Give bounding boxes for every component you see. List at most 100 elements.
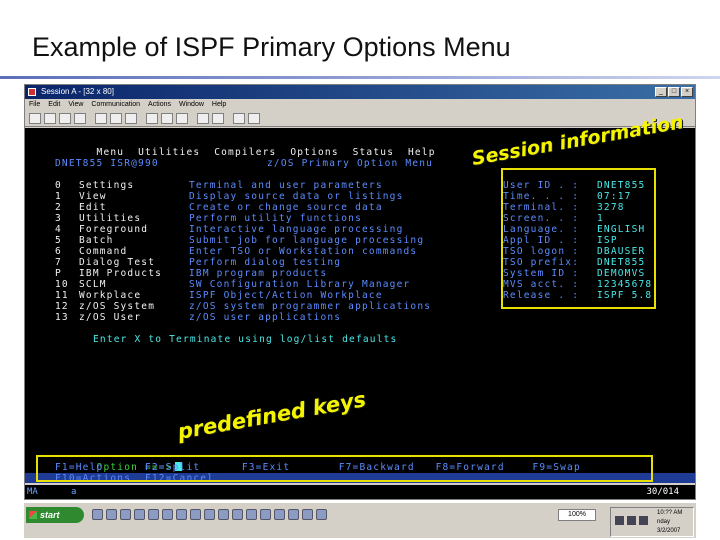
option-code[interactable]: 10 [55,279,69,290]
print-icon[interactable] [29,113,41,124]
slide-title: Example of ISPF Primary Options Menu [32,32,511,62]
option-code[interactable]: 5 [55,235,62,246]
quicklaunch-icon[interactable] [232,509,243,520]
quick-launch [92,509,327,520]
option-code[interactable]: 7 [55,257,62,268]
menu-actions[interactable]: Actions [148,99,171,110]
zoom-level[interactable]: 100% [558,509,596,521]
option-desc: ISPF Object/Action Workplace [189,290,383,301]
display-icon[interactable] [110,113,122,124]
macro-play-icon[interactable] [176,113,188,124]
quicklaunch-icon[interactable] [106,509,117,520]
option-desc: z/OS system programmer applications [189,301,432,312]
start-button[interactable]: start [26,507,84,523]
quicklaunch-icon[interactable] [162,509,173,520]
option-name[interactable]: Command [79,246,127,257]
menu-window[interactable]: Window [179,99,204,110]
quicklaunch-icon[interactable] [302,509,313,520]
option-code[interactable]: 1 [55,191,62,202]
tray-icon[interactable] [639,516,648,525]
option-name[interactable]: z/OS System [79,301,155,312]
option-name[interactable]: Utilities [79,213,141,224]
session-icon [28,88,36,96]
action-utilities[interactable]: Utilities [138,147,200,158]
minimize-button[interactable]: _ [655,87,667,97]
menu-help[interactable]: Help [212,99,226,110]
quicklaunch-icon[interactable] [204,509,215,520]
option-name[interactable]: Workplace [79,290,141,301]
panel-title: z/OS Primary Option Menu [267,158,434,169]
option-desc: Create or change source data [189,202,383,213]
option-code[interactable]: 13 [55,312,69,323]
quicklaunch-icon[interactable] [246,509,257,520]
quicklaunch-icon[interactable] [190,509,201,520]
keyboard-icon[interactable] [146,113,158,124]
option-code[interactable]: 12 [55,301,69,312]
taskbar: start 100% 10:?? AM nday 3/2/2007 [24,502,696,538]
option-code[interactable]: 4 [55,224,62,235]
receive-icon[interactable] [95,113,107,124]
paste-icon[interactable] [59,113,71,124]
close-button[interactable]: × [681,87,693,97]
connect-icon[interactable] [248,113,260,124]
option-name[interactable]: Edit [79,202,107,213]
panel-id: DNET855 ISR@990 [55,158,159,169]
send-icon[interactable] [74,113,86,124]
option-code[interactable]: 6 [55,246,62,257]
option-code[interactable]: 2 [55,202,62,213]
option-name[interactable]: Settings [79,180,134,191]
option-desc: Display source data or listings [189,191,404,202]
option-code[interactable]: 0 [55,180,62,191]
option-name[interactable]: Dialog Test [79,257,155,268]
quicklaunch-icon[interactable] [288,509,299,520]
transfer-icon[interactable] [197,113,209,124]
clock[interactable]: 10:?? AM nday 3/2/2007 [657,509,682,536]
menu-communication[interactable]: Communication [91,99,140,110]
option-name[interactable]: Foreground [79,224,148,235]
cursor-position: 30/014 [646,487,679,497]
option-name[interactable]: SCLM [79,279,107,290]
action-menu[interactable]: Menu [97,147,125,158]
action-compilers[interactable]: Compilers [214,147,276,158]
windows-logo-icon [29,511,37,519]
properties-icon[interactable] [233,113,245,124]
color-icon[interactable] [125,113,137,124]
action-options[interactable]: Options [290,147,338,158]
quicklaunch-icon[interactable] [316,509,327,520]
option-desc: Interactive language processing [189,224,404,235]
option-name[interactable]: z/OS User [79,312,141,323]
option-name[interactable]: Batch [79,235,114,246]
emulator-toolbar [25,111,695,127]
quicklaunch-icon[interactable] [274,509,285,520]
copy-icon[interactable] [44,113,56,124]
tray-icon[interactable] [615,516,624,525]
tray-icon[interactable] [627,516,636,525]
quicklaunch-icon[interactable] [120,509,131,520]
help-icon[interactable] [212,113,224,124]
quicklaunch-icon[interactable] [134,509,145,520]
option-code[interactable]: 3 [55,213,62,224]
option-desc: Terminal and user parameters [189,180,383,191]
option-code[interactable]: P [55,268,62,279]
quicklaunch-icon[interactable] [92,509,103,520]
menu-file[interactable]: File [29,99,40,110]
action-status[interactable]: Status [353,147,395,158]
option-name[interactable]: IBM Products [79,268,162,279]
clock-day: nday [657,519,671,525]
option-code[interactable]: 11 [55,290,69,301]
clock-date: 3/2/2007 [657,528,681,534]
macro-record-icon[interactable] [161,113,173,124]
window-titlebar: Session A - [32 x 80] _ □ × [25,85,695,99]
window-menubar: File Edit View Communication Actions Win… [25,99,695,110]
maximize-button[interactable]: □ [668,87,680,97]
quicklaunch-icon[interactable] [218,509,229,520]
quicklaunch-icon[interactable] [260,509,271,520]
option-name[interactable]: View [79,191,107,202]
pf-keys-highlight-box [36,455,653,482]
menu-view[interactable]: View [68,99,83,110]
quicklaunch-icon[interactable] [148,509,159,520]
quicklaunch-icon[interactable] [176,509,187,520]
menu-edit[interactable]: Edit [48,99,60,110]
option-desc: Enter TSO or Workstation commands [189,246,418,257]
action-help[interactable]: Help [408,147,436,158]
